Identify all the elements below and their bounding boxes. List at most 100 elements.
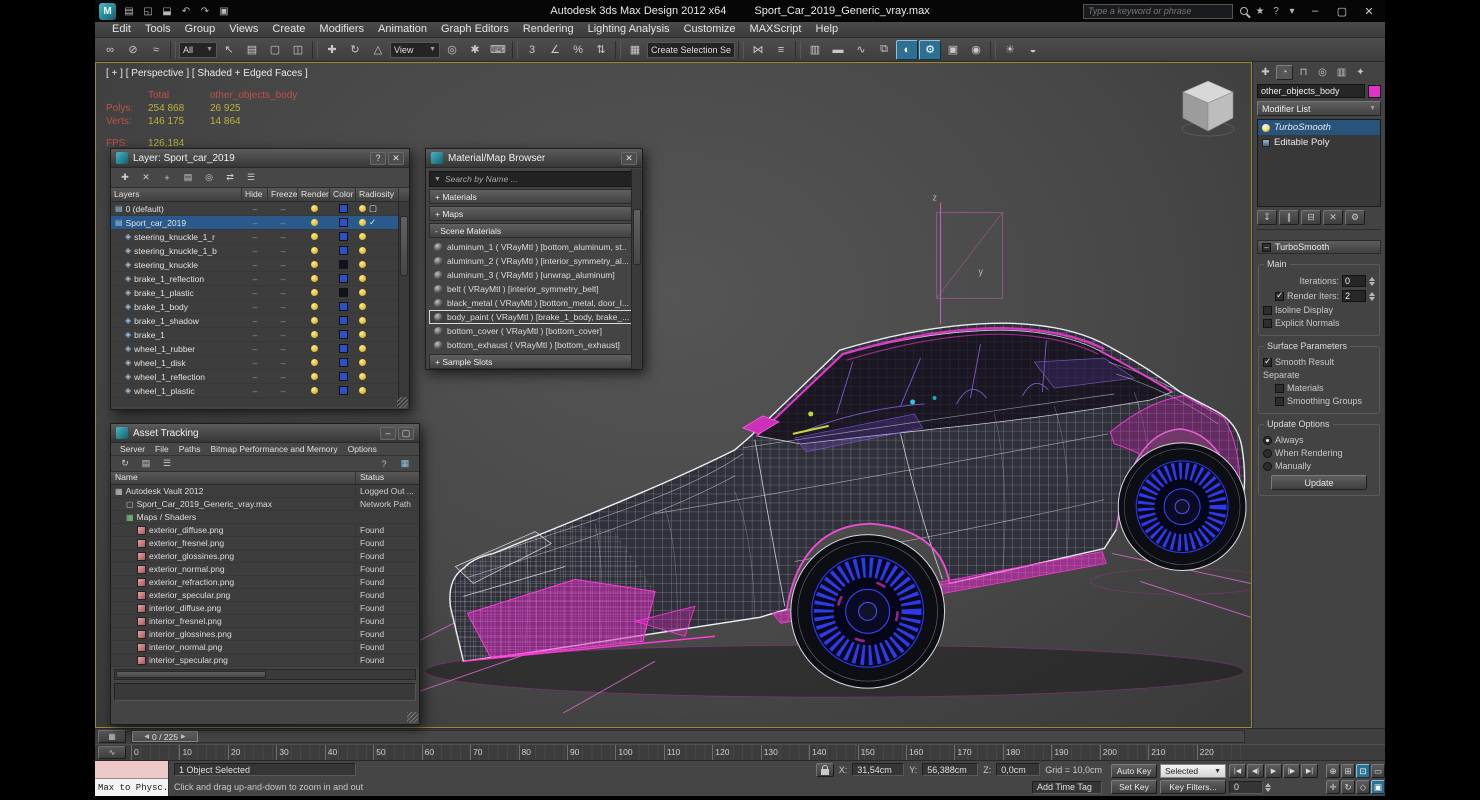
layer-row-sport-car-2019[interactable]: ▤ Sport_car_2019– – ✓ — [111, 216, 409, 230]
asset-menu-file[interactable]: File — [150, 444, 174, 454]
set-current-layer-icon[interactable]: ◎ — [200, 170, 218, 185]
select-and-move-icon[interactable]: ✚ — [321, 40, 343, 60]
zoom-icon[interactable]: ⊕ — [1326, 764, 1340, 778]
hide-cell[interactable]: – — [242, 356, 268, 369]
next-frame-button[interactable]: |▶ — [1283, 764, 1300, 778]
color-cell[interactable] — [330, 216, 356, 229]
layer-row-steering-knuckle[interactable]: ◈ steering_knuckle – – — [111, 258, 409, 272]
menu-help[interactable]: Help — [809, 22, 846, 37]
add-time-tag-field[interactable]: Add Time Tag — [1032, 780, 1102, 794]
render-cell[interactable] — [298, 216, 330, 229]
minimize-button[interactable]: – — [1303, 2, 1327, 20]
hide-cell[interactable]: – — [242, 370, 268, 383]
menu-edit[interactable]: Edit — [105, 22, 138, 37]
open-mini-curve-editor-icon[interactable]: ∿ — [98, 746, 126, 759]
radio-when-rendering[interactable] — [1263, 448, 1272, 458]
freeze-cell[interactable]: – — [268, 384, 298, 397]
smooth-result-checkbox[interactable] — [1263, 356, 1272, 367]
menu-lighting-analysis[interactable]: Lighting Analysis — [581, 22, 677, 37]
menu-maxscript[interactable]: MAXScript — [743, 22, 809, 37]
keyboard-shortcut-override-icon[interactable]: ⌨ — [487, 40, 509, 60]
asset-menu-bitmap-performance-and-memory[interactable]: Bitmap Performance and Memory — [206, 444, 343, 454]
color-cell[interactable] — [330, 356, 356, 369]
asset-list[interactable]: ▦ Autodesk Vault 2012 Logged Out ... ▢ Sport… — [111, 485, 419, 667]
iterations-field[interactable]: 0 — [1342, 275, 1366, 287]
radio-manually[interactable] — [1263, 461, 1272, 471]
group-materials[interactable]: + Materials — [429, 189, 639, 204]
zoom-region-icon[interactable]: ▭ — [1371, 764, 1385, 778]
modifier-stack-item-turbosmooth[interactable]: TurboSmooth — [1258, 120, 1380, 135]
redo-icon[interactable]: ↷ — [196, 3, 214, 19]
column-header-render[interactable]: Render — [298, 188, 330, 201]
asset-row-exterior-glossines-png[interactable]: exterior_glossines.png Found — [111, 550, 419, 563]
time-slider-track[interactable]: ◀ 0 / 225 ▶ — [131, 730, 1245, 743]
close-button[interactable]: ✕ — [621, 151, 637, 165]
turbosmooth-rollout-header[interactable]: – TurboSmooth — [1257, 240, 1381, 254]
close-button[interactable]: ✕ — [1357, 2, 1381, 20]
delete-layer-icon[interactable]: ✕ — [137, 170, 155, 185]
radiosity-cell[interactable] — [356, 300, 399, 313]
reference-coordinate-combo[interactable]: View ▼ — [390, 41, 440, 58]
display-tab-icon[interactable]: ▥ — [1333, 65, 1350, 80]
layer-scrollbar[interactable] — [398, 202, 409, 407]
layer-row-wheel-1-rubber[interactable]: ◈ wheel_1_rubber – – — [111, 342, 409, 356]
track-bar-ruler[interactable]: 0 10 20 30 40 50 60 70 80 90 100 110 120 130 140 150 160… — [131, 745, 1245, 761]
app-logo-icon[interactable]: M — [99, 2, 116, 20]
material-row-aluminum-3[interactable]: aluminum_3 ( VRayMtl ) [unwrap_aluminum] — [429, 268, 639, 282]
open-file-icon[interactable]: ◱ — [139, 3, 157, 19]
asset-row-exterior-refraction-png[interactable]: exterior_refraction.png Found — [111, 576, 419, 589]
radiosity-cell[interactable] — [356, 370, 399, 383]
asset-row-exterior-normal-png[interactable]: exterior_normal.png Found — [111, 563, 419, 576]
angle-snap-icon[interactable]: ∠ — [544, 40, 566, 60]
freeze-cell[interactable]: – — [268, 230, 298, 243]
lighting-analysis-icon[interactable]: ☀ — [999, 40, 1021, 60]
render-cell[interactable] — [298, 258, 330, 271]
radiosity-cell[interactable] — [356, 244, 399, 257]
viewport-label[interactable]: [ + ] [ Perspective ] [ Shaded + Edged F… — [106, 68, 308, 79]
create-new-layer-icon[interactable]: ✚ — [116, 170, 134, 185]
color-cell[interactable] — [330, 314, 356, 327]
render-cell[interactable] — [298, 230, 330, 243]
track-selection-icon[interactable]: ▦ — [98, 730, 126, 743]
layer-row-steering-knuckle-1-b[interactable]: ◈ steering_knuckle_1_b – – — [111, 244, 409, 258]
car-wireframe[interactable] — [447, 322, 1247, 689]
play-button[interactable]: ▶ — [1265, 764, 1282, 778]
material-row-body-paint[interactable]: body_paint ( VRayMtl ) [brake_1_body, br… — [429, 310, 639, 324]
modifier-stack-item-editable-poly[interactable]: Editable Poly — [1258, 135, 1380, 150]
update-option-always[interactable]: Always — [1263, 435, 1375, 445]
menu-group[interactable]: Group — [178, 22, 223, 37]
mirror-icon[interactable]: ⋈ — [747, 40, 769, 60]
go-to-end-button[interactable]: ▶| — [1301, 764, 1318, 778]
close-button[interactable]: ✕ — [388, 151, 404, 165]
favorites-star-icon[interactable]: ★ — [1252, 4, 1268, 19]
select-and-scale-icon[interactable]: △ — [367, 40, 389, 60]
show-end-result-icon[interactable]: ∥ — [1279, 210, 1299, 225]
auto-key-button[interactable]: Auto Key — [1111, 764, 1157, 778]
asset-row-interior-normal-png[interactable]: interior_normal.png Found — [111, 641, 419, 654]
hide-cell[interactable]: – — [242, 328, 268, 341]
window-crossing-icon[interactable]: ◫ — [287, 40, 309, 60]
color-cell[interactable] — [330, 272, 356, 285]
asset-horizontal-scrollbar[interactable] — [114, 669, 416, 680]
asset-row-interior-glossines-png[interactable]: interior_glossines.png Found — [111, 628, 419, 641]
material-editor-icon[interactable]: ◐ — [896, 39, 918, 60]
column-header-color[interactable]: Color — [330, 188, 356, 201]
resize-grip[interactable] — [397, 397, 408, 408]
listener-script-line[interactable]: Max to Physc. — [95, 779, 168, 796]
layer-dialog-titlebar[interactable]: Layer: Sport_car_2019 ? ✕ — [111, 149, 409, 168]
next-key-icon[interactable]: ▶ — [181, 733, 186, 740]
unlink-selection-icon[interactable]: ⊘ — [122, 40, 144, 60]
freeze-cell[interactable]: – — [268, 342, 298, 355]
coordinate-z-field[interactable]: 0,0cm — [996, 763, 1041, 777]
menu-views[interactable]: Views — [222, 22, 265, 37]
render-cell[interactable] — [298, 384, 330, 397]
asset-menu-server[interactable]: Server — [115, 444, 150, 454]
asset-row-exterior-diffuse-png[interactable]: exterior_diffuse.png Found — [111, 524, 419, 537]
select-object-icon[interactable]: ↖ — [218, 40, 240, 60]
time-slider-handle[interactable]: ◀ 0 / 225 ▶ — [132, 731, 198, 742]
material-row-bottom-cover[interactable]: bottom_cover ( VRayMtl ) [bottom_cover] — [429, 324, 639, 338]
motion-tab-icon[interactable]: ◎ — [1314, 65, 1331, 80]
asset-row-exterior-fresnel-png[interactable]: exterior_fresnel.png Found — [111, 537, 419, 550]
menu-graph-editors[interactable]: Graph Editors — [434, 22, 516, 37]
help-button[interactable]: ? — [370, 151, 386, 165]
